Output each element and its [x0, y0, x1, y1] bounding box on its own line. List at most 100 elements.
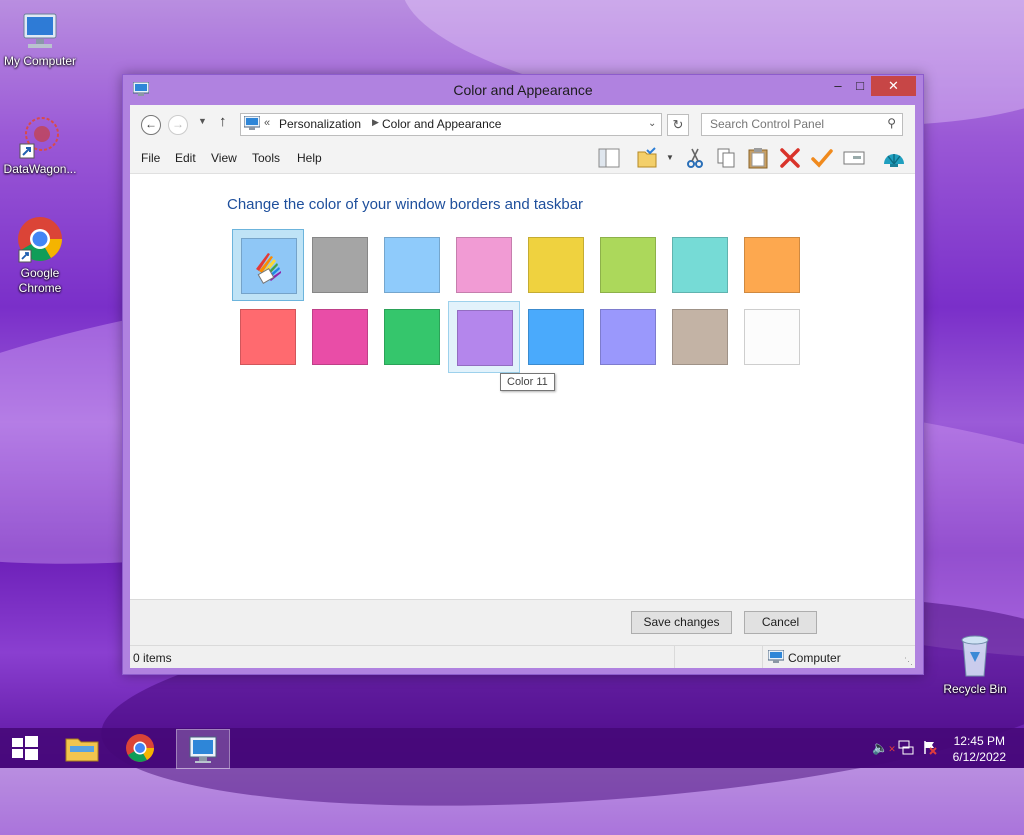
- color-swatch-fill: [312, 309, 368, 365]
- cut-icon[interactable]: [683, 146, 707, 170]
- up-arrow-icon[interactable]: ↑: [219, 113, 227, 130]
- color-swatch[interactable]: [592, 301, 662, 371]
- address-bar[interactable]: « Personalization ▶ Color and Appearance…: [240, 113, 662, 136]
- color-swatch[interactable]: [520, 301, 590, 371]
- desktop-icon-label: Google Chrome: [18, 266, 62, 295]
- window-body: ← → ▼ ↑ « Personalization ▶ Color and Ap…: [130, 105, 915, 668]
- color-swatch[interactable]: [376, 229, 446, 299]
- page-heading: Change the color of your window borders …: [227, 196, 584, 213]
- clock-time: 12:45 PM: [953, 734, 1005, 748]
- properties-icon[interactable]: [842, 146, 866, 170]
- desktop-icon-label: My Computer: [3, 54, 77, 68]
- taskbar-file-explorer[interactable]: [56, 729, 108, 767]
- folder-icon: [65, 738, 99, 762]
- color-swatch[interactable]: [520, 229, 590, 299]
- volume-muted-icon[interactable]: 🔈✕: [872, 740, 896, 756]
- taskbar-control-panel[interactable]: [176, 729, 230, 769]
- address-overflow[interactable]: «: [264, 117, 270, 129]
- color-swatch-fill: [672, 309, 728, 365]
- color-swatch-fill: [384, 237, 440, 293]
- start-button[interactable]: [0, 728, 48, 768]
- minimize-button[interactable]: –: [827, 76, 849, 96]
- copy-icon[interactable]: [714, 146, 738, 170]
- color-swatch-fill: [744, 309, 800, 365]
- color-swatch-fill: [600, 237, 656, 293]
- status-item-count: 0 items: [133, 651, 172, 665]
- status-computer-icon: [767, 649, 785, 667]
- chrome-icon: [126, 734, 154, 762]
- folder-options-chevron-icon[interactable]: ▼: [666, 153, 674, 162]
- color-swatch[interactable]: [304, 229, 374, 299]
- network-icon[interactable]: [898, 739, 914, 755]
- color-swatch[interactable]: [664, 301, 734, 371]
- content-area: Change the color of your window borders …: [130, 174, 915, 599]
- layout-pane-icon[interactable]: [597, 146, 621, 170]
- cancel-button[interactable]: Cancel: [744, 611, 817, 634]
- close-button[interactable]: ✕: [871, 76, 916, 96]
- color-swatch-fill: [457, 310, 513, 366]
- color-swatch[interactable]: [376, 301, 446, 371]
- color-palette-icon: [241, 238, 297, 294]
- resize-grip-icon[interactable]: ⋱: [904, 656, 913, 667]
- breadcrumb-personalization[interactable]: Personalization: [279, 117, 361, 131]
- search-input[interactable]: Search Control Panel ⚲: [701, 113, 903, 136]
- color-swatch-fill: [672, 237, 728, 293]
- taskbar: 🔈✕ 12:45 PM 6/12/2022: [0, 728, 1024, 769]
- status-divider: [674, 646, 675, 668]
- windows-logo-icon: [12, 736, 38, 760]
- paste-icon[interactable]: [746, 146, 770, 170]
- back-arrow-icon[interactable]: ←: [141, 115, 161, 135]
- menu-bar: File Edit View Tools Help ▼: [130, 143, 915, 174]
- checkmark-icon[interactable]: [810, 146, 834, 170]
- search-icon[interactable]: ⚲: [887, 116, 896, 130]
- menu-view[interactable]: View: [211, 151, 237, 165]
- system-clock[interactable]: 12:45 PM 6/12/2022: [953, 733, 1006, 765]
- color-swatch-fill: [528, 237, 584, 293]
- control-panel-icon: [189, 736, 217, 763]
- clock-date: 6/12/2022: [952, 750, 1006, 764]
- menu-help[interactable]: Help: [297, 151, 322, 165]
- color-swatch[interactable]: [736, 301, 806, 371]
- status-divider: [762, 646, 763, 668]
- color-swatch[interactable]: [232, 301, 302, 371]
- swatch-tooltip: Color 11: [500, 373, 555, 391]
- menu-edit[interactable]: Edit: [175, 151, 196, 165]
- address-dropdown-chevron-icon[interactable]: ⌄: [648, 118, 656, 129]
- save-changes-button[interactable]: Save changes: [631, 611, 732, 634]
- desktop-icon-my-computer[interactable]: My Computer: [0, 12, 80, 69]
- color-swatch[interactable]: [592, 229, 662, 299]
- color-swatch-fill: [528, 309, 584, 365]
- desktop-icon-label: Recycle Bin: [943, 682, 1007, 696]
- forward-arrow-icon[interactable]: →: [168, 115, 188, 135]
- recent-pages-chevron-icon[interactable]: ▼: [198, 116, 207, 126]
- menu-file[interactable]: File: [141, 151, 160, 165]
- action-center-flag-icon[interactable]: [922, 739, 938, 755]
- breadcrumb-color-appearance[interactable]: Color and Appearance: [382, 117, 501, 131]
- desktop-icon-datawagon[interactable]: DataWagon...: [0, 114, 80, 177]
- color-swatch-automatic[interactable]: [232, 229, 304, 301]
- menu-tools[interactable]: Tools: [252, 151, 280, 165]
- breadcrumb-separator-icon: ▶: [372, 117, 379, 127]
- footer-bar: Save changes Cancel: [130, 599, 915, 645]
- shell-icon[interactable]: [882, 146, 906, 170]
- color-swatch[interactable]: [448, 229, 518, 299]
- status-bar: 0 items Computer ⋱: [130, 645, 915, 668]
- datawagon-icon: [18, 114, 62, 160]
- color-swatch[interactable]: [664, 229, 734, 299]
- folder-options-icon[interactable]: [635, 146, 659, 170]
- desktop-icon-recycle-bin[interactable]: Recycle Bin: [935, 630, 1015, 697]
- color-swatch[interactable]: [736, 229, 806, 299]
- color-swatch-hovered[interactable]: [448, 301, 520, 373]
- color-swatch-fill: [240, 309, 296, 365]
- chrome-icon: [17, 216, 63, 264]
- maximize-button[interactable]: □: [849, 76, 871, 96]
- search-placeholder: Search Control Panel: [710, 117, 825, 131]
- color-appearance-window: Color and Appearance – □ ✕ ← → ▼ ↑ « Per…: [122, 74, 924, 675]
- delete-icon[interactable]: [778, 146, 802, 170]
- desktop-icon-google-chrome[interactable]: Google Chrome: [0, 216, 80, 296]
- taskbar-google-chrome[interactable]: [114, 729, 166, 767]
- title-bar[interactable]: Color and Appearance – □ ✕: [123, 75, 923, 105]
- refresh-icon[interactable]: ↻: [667, 114, 689, 136]
- navigation-bar: ← → ▼ ↑ « Personalization ▶ Color and Ap…: [130, 105, 915, 143]
- color-swatch[interactable]: [304, 301, 374, 371]
